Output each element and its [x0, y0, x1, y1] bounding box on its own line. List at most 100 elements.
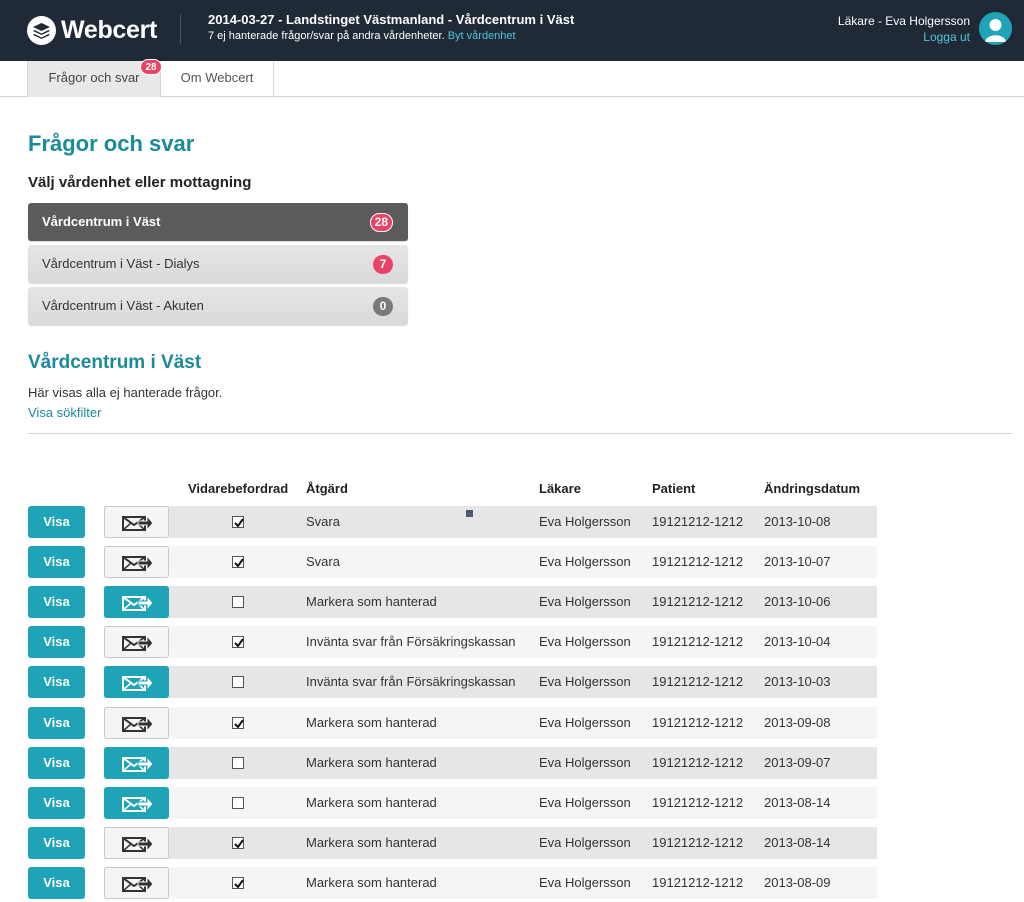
forward-button[interactable] [104, 626, 169, 659]
action-cell: Invänta svar från Försäkringskassan [306, 674, 516, 690]
doctor-cell: Eva Holgersson [539, 634, 631, 650]
row-background [104, 826, 877, 859]
tab-label: Frågor och svar [48, 70, 140, 85]
change-unit-link[interactable]: Byt vårdenhet [448, 30, 516, 42]
user-icon[interactable] [979, 12, 1012, 45]
table-row: Visa Markera som hanterad Eva Holgersson 19… [28, 746, 877, 779]
patient-cell: 19121212-1212 [652, 554, 744, 570]
doctor-cell: Eva Holgersson [539, 514, 631, 529]
unit-item[interactable]: Vårdcentrum i Väst 28 [28, 203, 408, 241]
unit-count-badge: 28 [369, 213, 393, 232]
header-title: 2014-03-27 - Landstinget Västmanland - V… [208, 12, 575, 27]
table-row: Visa Markera som hanterad Eva Holgersson 19… [28, 586, 877, 619]
date-cell: 2013-10-08 [764, 514, 831, 529]
forwarded-checkbox[interactable] [232, 556, 244, 569]
forward-button[interactable] [104, 586, 169, 619]
unit-label: Vårdcentrum i Väst - Dialys [42, 256, 200, 271]
forwarded-checkbox[interactable] [232, 516, 244, 528]
tab-bar: Frågor och svar 28 Om Webcert [0, 59, 1024, 97]
forward-button[interactable] [104, 786, 169, 819]
tab-badge: 28 [140, 59, 162, 75]
row-background [104, 746, 877, 779]
row-background [104, 546, 877, 579]
action-cell: Markera som hanterad [306, 754, 437, 770]
col-header-action[interactable]: Åtgärd [306, 481, 348, 496]
forwarded-checkbox[interactable] [232, 676, 244, 689]
forwarded-checkbox[interactable] [232, 796, 244, 809]
patient-cell: 19121212-1212 [652, 794, 744, 810]
forwarded-checkbox[interactable] [232, 876, 244, 889]
action-cell: Svara [306, 514, 340, 529]
unit-list: Vårdcentrum i Väst 28 Vårdcentrum i Väst… [28, 203, 408, 329]
logout-link[interactable]: Logga ut [838, 30, 970, 44]
user-name: Läkare - Eva Holgersson [837, 14, 970, 28]
unit-item[interactable]: Vårdcentrum i Väst - Dialys 7 [28, 245, 408, 283]
date-cell: 2013-08-14 [764, 834, 831, 850]
table-row: Visa Svara Eva Holgersson 19121212-1212 2013… [28, 506, 877, 538]
doctor-cell: Eva Holgersson [539, 874, 631, 890]
view-button[interactable]: Visa [28, 666, 85, 699]
unit-count-badge: 7 [373, 255, 393, 274]
table-row: Visa Svara Eva Holgersson 19121212-1212 2013… [28, 546, 877, 579]
show-filter-link[interactable]: Visa sökfilter [28, 405, 101, 420]
view-button[interactable]: Visa [28, 586, 85, 619]
forward-button[interactable] [104, 866, 169, 899]
row-background [104, 866, 877, 899]
tab-om-webcert[interactable]: Om Webcert [161, 61, 274, 97]
forward-button[interactable] [104, 506, 169, 538]
patient-cell: 19121212-1212 [652, 594, 744, 610]
view-button[interactable]: Visa [28, 626, 85, 659]
action-cell: Markera som hanterad [306, 714, 437, 730]
info-icon [466, 510, 473, 517]
view-button[interactable]: Visa [28, 746, 85, 779]
forward-button[interactable] [104, 546, 169, 579]
unit-label: Vårdcentrum i Väst [42, 214, 161, 229]
date-cell: 2013-09-07 [764, 754, 831, 770]
col-header-forwarded[interactable]: Vidarebefordrad [188, 481, 288, 496]
patient-cell: 19121212-1212 [652, 634, 744, 650]
action-cell: Markera som hanterad [306, 794, 437, 810]
date-cell: 2013-10-07 [764, 554, 831, 570]
forward-button[interactable] [104, 746, 169, 779]
header-subtitle: 7 ej hanterade frågor/svar på andra vård… [208, 30, 574, 42]
patient-cell: 19121212-1212 [652, 874, 744, 890]
action-cell: Markera som hanterad [306, 594, 437, 610]
webcert-logo[interactable]: Webcert [27, 14, 157, 46]
unit-item[interactable]: Vårdcentrum i Väst - Akuten 0 [28, 287, 408, 325]
action-cell: Svara [306, 554, 340, 570]
section-description: Här visas alla ej hanterade frågor. [28, 385, 223, 400]
forwarded-checkbox[interactable] [232, 836, 244, 849]
table-row: Visa Markera som hanterad Eva Holgersson 19… [28, 826, 877, 859]
forward-button[interactable] [104, 666, 169, 699]
doctor-cell: Eva Holgersson [539, 714, 631, 730]
forward-button[interactable] [104, 826, 169, 859]
forwarded-checkbox[interactable] [232, 596, 244, 609]
row-background [104, 706, 877, 739]
view-button[interactable]: Visa [28, 546, 85, 579]
section-title: Vårdcentrum i Väst [28, 352, 202, 373]
view-button[interactable]: Visa [28, 866, 85, 899]
date-cell: 2013-10-03 [764, 674, 831, 690]
row-background [104, 786, 877, 819]
layers-icon [27, 15, 56, 45]
tab-fragor-och-svar[interactable]: Frågor och svar 28 [27, 59, 162, 97]
forwarded-checkbox[interactable] [232, 636, 244, 649]
date-cell: 2013-09-08 [764, 714, 831, 730]
view-button[interactable]: Visa [28, 506, 85, 538]
forward-button[interactable] [104, 706, 169, 739]
view-button[interactable]: Visa [28, 706, 85, 739]
patient-cell: 19121212-1212 [652, 714, 744, 730]
doctor-cell: Eva Holgersson [539, 754, 631, 770]
action-cell: Markera som hanterad [306, 834, 437, 850]
view-button[interactable]: Visa [28, 786, 85, 819]
col-header-patient[interactable]: Patient [652, 481, 695, 496]
col-header-doctor[interactable]: Läkare [539, 481, 581, 496]
top-header: Webcert 2014-03-27 - Landstinget Västman… [0, 0, 1024, 61]
forwarded-checkbox[interactable] [232, 756, 244, 769]
forwarded-checkbox[interactable] [232, 716, 244, 729]
table-row: Visa Markera som hanterad Eva Holgersson 19… [28, 866, 877, 899]
view-button[interactable]: Visa [28, 826, 85, 859]
date-cell: 2013-08-09 [764, 874, 831, 890]
col-header-changed[interactable]: Ändringsdatum [764, 481, 860, 496]
logo-text: Webcert [61, 15, 158, 44]
